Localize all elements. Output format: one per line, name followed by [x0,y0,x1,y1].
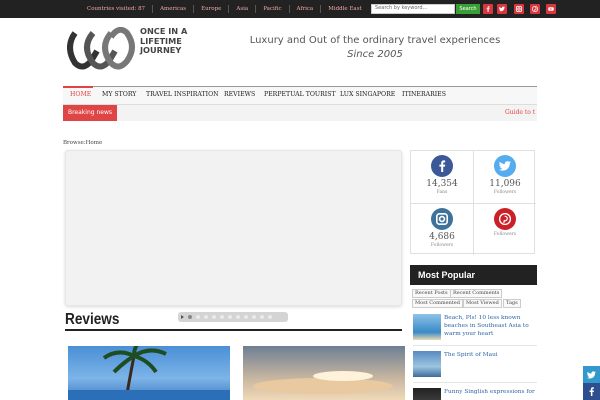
sunset-image [253,371,393,394]
slider-pagination [178,312,288,322]
divider [413,345,537,346]
facebook-icon [589,387,594,396]
nav-perpetual-tourist[interactable]: PERPETUAL TOURIST [264,91,336,98]
twitter-label: Followers [493,190,517,195]
popular-thumbnail[interactable] [413,314,441,340]
slider-dot[interactable] [260,315,264,319]
region-link-americas[interactable]: Americas [153,5,195,13]
featured-slider[interactable] [65,150,402,306]
facebook-label: Fans [436,190,448,195]
review-thumbnail[interactable] [243,346,405,400]
slider-dot[interactable] [268,315,272,319]
reviews-heading: Reviews [65,311,120,328]
search-input[interactable]: Search by keyword... [371,4,455,14]
slider-dot[interactable] [228,315,232,319]
tab-most-commented[interactable]: Most Commented [412,299,463,308]
slider-dot[interactable] [220,315,224,319]
search-button[interactable]: Search [456,4,480,14]
logo-line: JOURNEY [140,45,182,55]
palm-tree-image [68,346,230,400]
slider-dot[interactable] [252,315,256,319]
region-link-middle-east[interactable]: Middle East [321,5,369,13]
facebook-icon[interactable] [483,4,493,14]
nav-my-story[interactable]: MY STORY [102,91,136,98]
nav-travel-inspiration[interactable]: TRAVEL INSPIRATION [146,91,219,98]
tagline-sub: Since 2005 [347,49,403,60]
youtube-icon[interactable] [546,4,556,14]
tab-recent-comments[interactable]: Recent Comments [450,289,503,298]
twitter-icon[interactable] [497,4,507,14]
facebook-count: 14,354 [426,179,458,189]
popular-thumbnail[interactable] [413,351,441,377]
popular-item-title[interactable]: Funny Singlish expressions for [444,388,537,396]
facebook-icon [431,155,453,177]
instagram-label: Followers [430,243,454,248]
nav-reviews[interactable]: REVIEWS [224,91,255,98]
twitter-counter[interactable]: 11,096 Followers [474,151,536,203]
pinterest-label: Followers [493,232,517,237]
slider-dot[interactable] [188,315,192,319]
popular-item[interactable]: Beach, Pls! 10 less known beaches in Sou… [413,314,537,342]
breaking-news-ticker[interactable]: Guide to t [505,109,537,116]
slider-dot[interactable] [196,315,200,319]
facebook-share-button[interactable] [583,383,600,400]
nav-lux-singapore[interactable]: LUX SINGAPORE [340,91,395,98]
slider-dot[interactable] [212,315,216,319]
top-bar: Countries visited: 87 Americas Europe As… [0,0,600,18]
instagram-icon[interactable] [514,4,524,14]
slider-dot[interactable] [244,315,248,319]
tab-most-viewed[interactable]: Most Viewed [463,299,502,308]
countries-visited: Countries visited: 87 [80,5,154,13]
breaking-news-bar [117,105,537,121]
play-icon[interactable] [181,315,184,319]
region-link-africa[interactable]: Africa [290,5,322,13]
nav-itineraries[interactable]: ITINERARIES [402,91,446,98]
tagline-main: Luxury and Out of the ordinary travel ex… [249,35,501,46]
site-tagline: Luxury and Out of the ordinary travel ex… [230,34,520,62]
divider [413,382,537,383]
reviews-divider [65,329,402,331]
region-link-europe[interactable]: Europe [194,5,230,13]
twitter-icon [494,155,516,177]
twitter-share-button[interactable] [583,366,600,383]
active-indicator [63,86,93,88]
pinterest-icon [494,208,516,230]
region-link-asia[interactable]: Asia [229,5,257,13]
most-popular-heading: Most Popular [410,265,537,285]
nav-home[interactable]: HOME [70,91,91,98]
popular-item-title[interactable]: The Spirit of Maui [444,351,537,359]
slider-dot[interactable] [236,315,240,319]
popular-item[interactable]: The Spirit of Maui [413,351,537,379]
instagram-count: 4,686 [429,232,455,242]
logo-wordmark: ONCE IN A LIFETIME JOURNEY [140,26,187,56]
tab-recent-posts[interactable]: Recent Posts [412,289,451,298]
facebook-counter[interactable]: 14,354 Fans [411,151,473,203]
popular-item[interactable]: Funny Singlish expressions for [413,388,537,400]
instagram-counter[interactable]: 4,686 Followers [411,204,473,256]
tab-tags[interactable]: Tags [503,299,521,308]
region-link-pacific[interactable]: Pacific [256,5,290,13]
twitter-icon [587,371,596,379]
twitter-count: 11,096 [489,179,521,189]
slider-dot[interactable] [204,315,208,319]
pinterest-icon[interactable] [530,4,540,14]
social-counters: 14,354 Fans 11,096 Followers 4,686 Follo… [410,150,536,256]
review-thumbnail[interactable] [68,346,230,400]
region-nav: Countries visited: 87 Americas Europe As… [80,0,369,18]
breadcrumb: Browse:Home [63,140,103,146]
popular-item-title[interactable]: Beach, Pls! 10 less known beaches in Sou… [444,314,537,338]
pinterest-counter[interactable]: Followers [474,204,536,256]
logo-rings-icon [67,26,135,70]
popular-thumbnail[interactable] [413,388,441,400]
breaking-news-label: Breaking news [63,105,117,121]
main-nav: HOME MY STORY TRAVEL INSPIRATION REVIEWS… [63,86,537,105]
instagram-icon [431,208,453,230]
